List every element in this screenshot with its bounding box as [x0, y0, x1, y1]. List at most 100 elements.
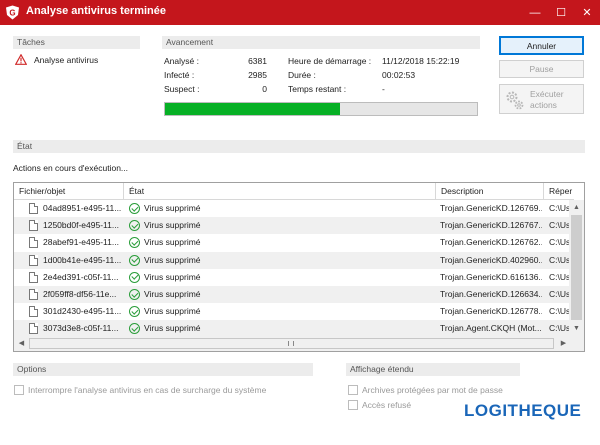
check-circle-icon [129, 237, 140, 249]
scroll-up-icon[interactable]: ▲ [569, 200, 584, 215]
logitheque-watermark: LOGITHEQUE [464, 401, 582, 420]
check-circle-icon [129, 220, 140, 232]
window-title: Analyse antivirus terminée [26, 5, 167, 17]
minimize-button[interactable]: — [522, 0, 548, 25]
row-status: Virus supprimé [144, 306, 201, 317]
column-header-file[interactable]: Fichier/objet [14, 183, 124, 200]
check-circle-icon [129, 289, 140, 300]
scroll-left-icon[interactable]: ◀ [14, 336, 29, 351]
check-circle-icon [129, 306, 140, 318]
remaining-value: - [382, 84, 385, 94]
table-row[interactable]: 2e4ed391-c05f-11... Virus supprimé Trojan.… [14, 269, 570, 286]
column-header-path[interactable]: Réper [544, 183, 574, 200]
cancel-button[interactable]: Annuler [499, 36, 584, 55]
start-time-label: Heure de démarrage : [288, 56, 372, 66]
warning-icon [15, 54, 27, 65]
row-path: C:\Us [549, 306, 570, 317]
analyzed-label: Analysé : [164, 56, 199, 66]
row-description: Trojan.GenericKD.402960... [440, 254, 542, 265]
row-status: Virus supprimé [144, 271, 201, 282]
archives-checkbox[interactable] [348, 385, 358, 395]
title-bar: G Analyse antivirus terminée — ☐ ✕ [0, 0, 600, 25]
table-row[interactable]: 301d2430-e495-11... Virus supprimé Trojan.… [14, 303, 570, 320]
infected-label: Infecté : [164, 70, 195, 80]
file-icon [29, 254, 38, 266]
options-header: Options [13, 363, 313, 376]
row-description: Trojan.Agent.CKQH (Mot... [440, 323, 542, 334]
table-row[interactable]: 3073d3e8-c05f-11... Virus supprimé Trojan.… [14, 320, 570, 338]
task-item-antivirus[interactable]: Analyse antivirus [34, 55, 98, 66]
file-name: 301d2430-e495-11... [43, 306, 122, 317]
row-status: Virus supprimé [144, 237, 201, 248]
duration-label: Durée : [288, 70, 316, 80]
vertical-scroll-thumb[interactable] [571, 215, 582, 320]
table-row[interactable]: 1d00b41e-e495-11... Virus supprimé Trojan.… [14, 251, 570, 269]
scroll-corner [569, 336, 584, 351]
access-denied-label: Accès refusé [362, 400, 412, 410]
file-icon [29, 271, 38, 283]
infected-value: 2985 [248, 70, 267, 80]
check-circle-icon [129, 323, 140, 335]
scan-progress-bar [164, 102, 478, 116]
state-message: Actions en cours d'exécution... [13, 163, 129, 173]
grip-icon [288, 341, 294, 346]
horizontal-scroll-thumb[interactable] [29, 338, 554, 349]
check-circle-icon [129, 271, 140, 283]
suspect-label: Suspect : [164, 84, 200, 94]
execute-actions-button[interactable]: Exécuter actions [499, 84, 584, 114]
row-status: Virus supprimé [144, 323, 201, 334]
row-status: Virus supprimé [144, 254, 201, 265]
gdata-shield-icon: G [6, 5, 19, 20]
row-description: Trojan.GenericKD.616136... [440, 271, 542, 282]
file-icon [29, 237, 38, 249]
tasks-header: Tâches [13, 36, 140, 49]
row-path: C:\Us [549, 254, 570, 265]
archives-label: Archives protégées par mot de passe [362, 385, 503, 395]
file-name: 1250bd0f-e495-11... [43, 220, 119, 231]
file-icon [29, 306, 38, 318]
file-name: 3073d3e8-c05f-11... [43, 323, 119, 334]
row-description: Trojan.GenericKD.126769... [440, 203, 542, 213]
file-name: 04ad8951-e495-11... [43, 203, 122, 213]
file-icon [29, 289, 38, 300]
column-header-status[interactable]: État [124, 183, 436, 200]
execute-label-line2: actions [530, 100, 557, 110]
table-row[interactable]: 04ad8951-e495-11... Virus supprimé Trojan.… [14, 200, 570, 217]
gears-icon [506, 91, 524, 110]
access-denied-checkbox[interactable] [348, 400, 358, 410]
row-path: C:\Us [549, 323, 570, 334]
scroll-down-icon[interactable]: ▼ [569, 321, 584, 336]
table-row[interactable]: 1250bd0f-e495-11... Virus supprimé Trojan.… [14, 217, 570, 235]
execute-label-line1: Exécuter [530, 89, 564, 99]
check-circle-icon [129, 203, 140, 214]
horizontal-scrollbar[interactable]: ◀ ▶ [14, 336, 571, 351]
interrupt-label: Interrompre l'analyse antivirus en cas d… [28, 385, 267, 395]
pause-button[interactable]: Pause [499, 60, 584, 78]
column-header-description[interactable]: Description [436, 183, 544, 200]
extended-view-header: Affichage étendu [346, 363, 520, 376]
row-description: Trojan.GenericKD.126767... [440, 220, 542, 231]
table-row[interactable]: 2f059ff8-df56-11e... Virus supprimé Trojan… [14, 286, 570, 304]
remaining-label: Temps restant : [288, 84, 347, 94]
table-row[interactable]: 28abef91-e495-11... Virus supprimé Trojan.… [14, 234, 570, 251]
progress-header: Avancement [162, 36, 480, 49]
interrupt-checkbox[interactable] [14, 385, 24, 395]
row-path: C:\Us [549, 237, 570, 248]
row-path: C:\Us [549, 289, 570, 299]
row-path: C:\Us [549, 220, 570, 231]
row-status: Virus supprimé [144, 289, 201, 299]
row-status: Virus supprimé [144, 220, 201, 231]
vertical-scrollbar[interactable]: ▲ ▼ [569, 200, 584, 336]
start-time-value: 11/12/2018 15:22:19 [382, 56, 460, 66]
row-status: Virus supprimé [144, 203, 201, 213]
row-description: Trojan.GenericKD.126778... [440, 306, 542, 317]
suspect-value: 0 [262, 84, 267, 94]
row-path: C:\Us [549, 271, 570, 282]
close-button[interactable]: ✕ [574, 0, 600, 25]
file-name: 28abef91-e495-11... [43, 237, 119, 248]
file-name: 2f059ff8-df56-11e... [43, 289, 117, 299]
maximize-button[interactable]: ☐ [548, 0, 574, 25]
file-icon [29, 323, 38, 335]
row-description: Trojan.GenericKD.126762... [440, 237, 542, 248]
check-circle-icon [129, 254, 140, 266]
